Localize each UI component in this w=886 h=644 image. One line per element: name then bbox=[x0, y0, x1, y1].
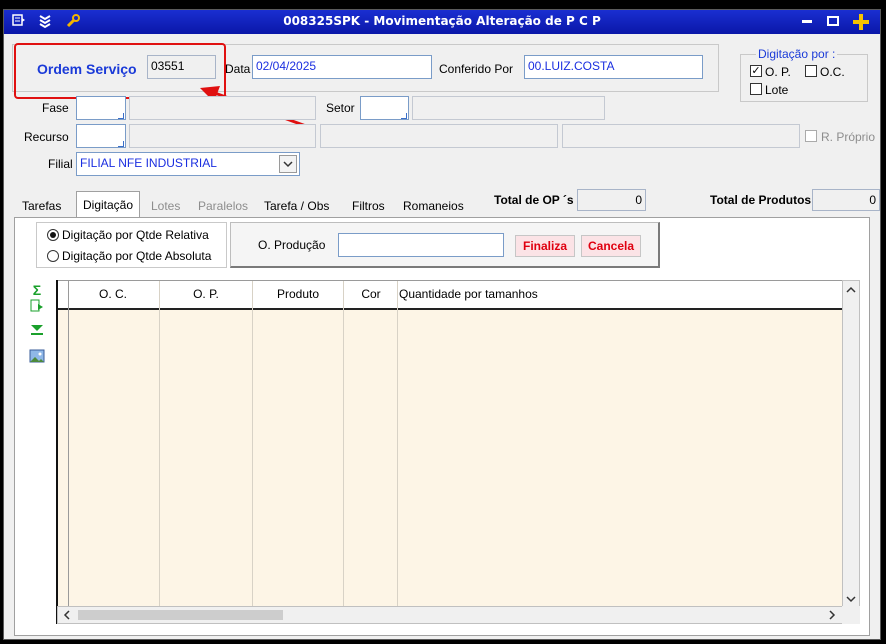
quantities-grid[interactable]: O. C. O. P. Produto Cor Quantidade por t… bbox=[57, 280, 843, 624]
r-proprio-label: R. Próprio bbox=[821, 130, 876, 144]
lote-checkbox-label: Lote bbox=[765, 83, 789, 97]
export-icon[interactable] bbox=[28, 298, 46, 316]
setor-desc-field bbox=[412, 96, 605, 120]
radio-qtde-relativa-label: Digitação por Qtde Relativa bbox=[62, 228, 209, 242]
producao-label: O. Produção bbox=[258, 238, 326, 252]
chevron-down-icon[interactable] bbox=[279, 155, 297, 173]
move-down-icon[interactable] bbox=[28, 323, 46, 341]
filial-label: Filial bbox=[48, 157, 73, 171]
filial-select-value: FILIAL NFE INDUSTRIAL bbox=[80, 156, 217, 170]
grid-header-oc[interactable]: O. C. bbox=[68, 287, 158, 301]
op-checkbox[interactable]: ✓ bbox=[750, 65, 762, 77]
setor-code-field[interactable] bbox=[360, 96, 409, 120]
setor-label: Setor bbox=[326, 101, 355, 115]
fase-label: Fase bbox=[42, 101, 69, 115]
ordem-servico-field[interactable]: 03551 bbox=[147, 55, 216, 79]
producao-input[interactable] bbox=[338, 233, 504, 257]
vertical-scrollbar[interactable] bbox=[842, 280, 860, 610]
scroll-left-icon[interactable] bbox=[61, 609, 73, 621]
grid-header-quantidade[interactable]: Quantidade por tamanhos bbox=[399, 287, 538, 301]
ordem-servico-label: Ordem Serviço bbox=[37, 61, 137, 77]
scroll-right-icon[interactable] bbox=[826, 609, 838, 621]
radio-qtde-absoluta-label: Digitação por Qtde Absoluta bbox=[62, 249, 212, 263]
digitacao-group-label: Digitação por : bbox=[756, 47, 838, 61]
grid-col-sep bbox=[397, 281, 398, 623]
grid-header: O. C. O. P. Produto Cor Quantidade por t… bbox=[58, 281, 842, 310]
horizontal-scrollbar[interactable] bbox=[57, 606, 843, 624]
minimize-icon[interactable] bbox=[798, 13, 816, 31]
fase-code-field[interactable] bbox=[76, 96, 126, 120]
data-label: Data bbox=[225, 62, 251, 76]
scroll-up-icon[interactable] bbox=[845, 284, 857, 296]
row-indicator bbox=[56, 280, 58, 624]
radio-qtde-absoluta[interactable] bbox=[47, 250, 59, 262]
recurso-desc-field bbox=[129, 124, 316, 148]
total-op-label: Total de OP ´s bbox=[494, 193, 574, 207]
recurso-extra-field-2 bbox=[562, 124, 800, 148]
total-produtos-label: Total de Produtos bbox=[710, 193, 812, 207]
tab-filtros[interactable]: Filtros bbox=[346, 195, 391, 217]
image-icon[interactable] bbox=[28, 348, 46, 366]
finaliza-button[interactable]: Finaliza bbox=[515, 235, 575, 257]
op-checkbox-label: O. P. bbox=[765, 65, 791, 79]
tab-paralelos[interactable]: Paralelos bbox=[192, 195, 254, 217]
tab-romaneios[interactable]: Romaneios bbox=[397, 195, 470, 217]
window-title: 008325SPK - Movimentação Alteração de P … bbox=[283, 14, 601, 28]
grid-col-sep bbox=[68, 281, 69, 623]
recurso-code-field[interactable] bbox=[76, 124, 126, 148]
add-icon[interactable] bbox=[852, 13, 870, 31]
main-window: 008325SPK - Movimentação Alteração de P … bbox=[3, 9, 881, 640]
recurso-extra-field-1 bbox=[320, 124, 558, 148]
tab-tarefa-obs[interactable]: Tarefa / Obs bbox=[258, 195, 335, 217]
title-bar: 008325SPK - Movimentação Alteração de P … bbox=[4, 10, 880, 34]
tab-digitacao[interactable]: Digitação bbox=[76, 191, 141, 219]
data-field[interactable]: 02/04/2025 bbox=[252, 55, 432, 79]
conferido-field[interactable]: 00.LUIZ.COSTA bbox=[524, 55, 703, 79]
fase-desc-field bbox=[129, 96, 316, 120]
grid-col-sep bbox=[343, 281, 344, 623]
grid-header-op[interactable]: O. P. bbox=[161, 287, 251, 301]
oc-checkbox[interactable] bbox=[805, 65, 817, 77]
conferido-label: Conferido Por bbox=[439, 62, 514, 76]
cancela-button[interactable]: Cancela bbox=[581, 235, 641, 257]
filial-select[interactable]: FILIAL NFE INDUSTRIAL bbox=[76, 152, 300, 176]
recurso-label: Recurso bbox=[24, 130, 69, 144]
sum-icon[interactable]: Σ bbox=[28, 281, 46, 299]
total-produtos-field: 0 bbox=[812, 189, 880, 211]
maximize-icon[interactable] bbox=[824, 13, 842, 31]
scroll-down-icon[interactable] bbox=[845, 593, 857, 605]
tab-tarefas[interactable]: Tarefas bbox=[16, 195, 67, 217]
scroll-corner bbox=[842, 606, 860, 624]
oc-checkbox-label: O.C. bbox=[820, 65, 845, 79]
grid-col-sep bbox=[252, 281, 253, 623]
radio-qtde-relativa[interactable] bbox=[47, 229, 59, 241]
r-proprio-checkbox[interactable] bbox=[805, 130, 817, 142]
grid-col-sep bbox=[159, 281, 160, 623]
lote-checkbox[interactable] bbox=[750, 83, 762, 95]
scroll-thumb[interactable] bbox=[78, 610, 283, 620]
tab-lotes[interactable]: Lotes bbox=[145, 195, 186, 217]
total-op-field: 0 bbox=[577, 189, 646, 211]
grid-header-produto[interactable]: Produto bbox=[254, 287, 342, 301]
grid-header-cor[interactable]: Cor bbox=[345, 287, 397, 301]
